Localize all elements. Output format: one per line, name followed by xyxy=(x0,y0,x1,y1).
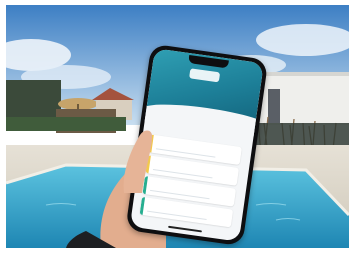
card-bar xyxy=(155,147,216,158)
home-indicator xyxy=(168,225,202,233)
card-bar xyxy=(147,210,207,220)
greeting-text xyxy=(167,80,246,91)
card-bar xyxy=(152,168,213,179)
building-window xyxy=(268,89,280,123)
photo-frame xyxy=(0,0,352,253)
card-accent xyxy=(139,196,146,216)
green-hedge xyxy=(6,117,126,131)
subtitle-text xyxy=(169,90,240,100)
app-logo xyxy=(189,68,221,83)
backyard-pool-photo xyxy=(6,5,349,248)
card-bar xyxy=(149,189,210,200)
thumb xyxy=(123,130,153,193)
